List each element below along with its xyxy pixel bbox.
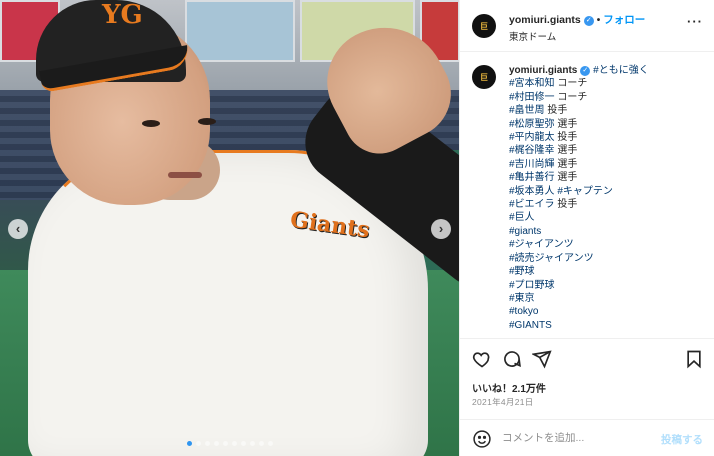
previous-slide-button[interactable]: ‹ [8,219,28,239]
next-slide-button[interactable]: › [431,219,451,239]
share-icon[interactable] [531,349,552,369]
carousel-dot [213,441,219,446]
caption-line: #畠世周 投手 [509,104,709,117]
caption-role-text: コーチ [554,91,588,103]
carousel-dot [258,441,264,446]
caption-line: #宮本和知 コーチ [509,77,709,90]
hashtag-link[interactable]: #亀井善行 [509,172,555,183]
bookmark-icon[interactable] [684,349,704,369]
hashtag-link[interactable]: #野球 [509,266,535,277]
emoji-icon[interactable] [472,429,492,449]
separator-dot: • [596,15,601,26]
post-header: 巨 yomiuri.giants ✓ • フォロー 東京ドーム ··· [460,0,714,52]
caption-line: #平内龍太 投手 [509,131,709,144]
hashtag-link[interactable]: #村田修一 [509,92,555,103]
caption-role-text: 投手 [544,105,568,117]
caption-text: yomiuri.giants ✓ #ともに強く #宮本和知 コーチ #村田修一 コー… [509,64,709,332]
cap-logo: YG [102,0,143,30]
caption-line: #吉川尚輝 選手 [509,158,709,171]
caption-line: #村田修一 コーチ [509,91,709,104]
hashtag-link[interactable]: #巨人 [509,212,535,223]
caption-role-text: #キャプテン [554,185,613,197]
caption-line: #亀井善行 選手 [509,171,709,184]
carousel-dot [222,441,228,446]
caption-line: #巨人 [509,211,709,224]
hashtag-link[interactable]: #東京 [509,293,535,304]
caption-line: #giants [509,225,709,238]
caption-line: #野球 [509,265,709,278]
hashtag-link[interactable]: #giants [509,226,541,237]
heart-icon[interactable] [472,349,492,369]
player-eye [198,118,216,125]
caption-role-text: コーチ [554,78,588,90]
caption-role-text: 投手 [554,199,578,211]
verified-badge-icon: ✓ [583,16,594,26]
carousel-indicator [0,441,459,446]
hashtag-link[interactable]: #宮本和知 [509,78,555,89]
caption-line: #ビエイラ 投手 [509,198,709,211]
comment-icon[interactable] [502,349,522,369]
player-mouth [168,172,202,178]
carousel-dot [204,441,210,446]
post-author: yomiuri.giants ✓ • フォロー [509,12,645,27]
hashtag-link[interactable]: #ジャイアンツ [509,239,574,250]
caption-line: #プロ野球 [509,279,709,292]
hashtag-link[interactable]: #プロ野球 [509,280,555,291]
caption-line: #tokyo [509,305,709,318]
hashtag-link[interactable]: #坂本勇人 [509,186,555,197]
action-bar [460,338,714,378]
hashtag-link[interactable]: #読売ジャイアンツ [509,253,594,264]
caption-role-text: 選手 [554,172,578,184]
post-date[interactable]: 2021年4月21日 [472,396,534,408]
caption-line: #松原聖弥 選手 [509,118,709,131]
player-eye [142,120,160,127]
caption-fade [460,327,714,337]
carousel-dot [267,441,273,446]
hashtag-link[interactable]: #吉川尚輝 [509,159,555,170]
post-side-panel: 巨 yomiuri.giants ✓ • フォロー 東京ドーム ··· 巨 yomiu… [459,0,714,456]
carousel-dot [195,441,201,446]
carousel-dot [186,441,192,446]
ad-banner [185,0,295,62]
location-link[interactable]: 東京ドーム [509,29,556,43]
carousel-dot [231,441,237,446]
caption-role-text: 選手 [554,145,578,157]
avatar[interactable]: 巨 [472,14,496,38]
username-link[interactable]: yomiuri.giants [509,14,581,26]
hashtag-link[interactable]: #松原聖弥 [509,119,555,130]
caption-role-text: 選手 [554,158,578,170]
caption-line: #東京 [509,292,709,305]
caption-line: #ジャイアンツ [509,238,709,251]
hashtag-link[interactable]: #平内龍太 [509,132,555,143]
caption-line: #坂本勇人 #キャプテン [509,185,709,198]
carousel-dot [240,441,246,446]
post-photo[interactable]: Giants YG ‹ › [0,0,459,456]
avatar[interactable]: 巨 [472,65,496,89]
follow-button[interactable]: フォロー [603,14,645,26]
likes-count[interactable]: いいね！2.1万件 [472,380,546,395]
caption-area: 巨 yomiuri.giants ✓ #ともに強く #宮本和知 コーチ #村田修一 … [460,52,714,337]
carousel-dot [249,441,255,446]
caption-first-line: yomiuri.giants ✓ #ともに強く [509,64,709,77]
caption-username[interactable]: yomiuri.giants [509,65,577,76]
hashtag-link[interactable]: #ともに強く [593,65,649,76]
caption-role-text: 投手 [554,132,578,144]
comment-bar: 投稿する [460,419,714,456]
caption-role-text: 選手 [554,118,578,130]
hashtag-link[interactable]: #梶谷隆幸 [509,145,555,156]
comment-input[interactable] [502,428,652,448]
caption-line: #梶谷隆幸 選手 [509,144,709,157]
hashtag-link[interactable]: #tokyo [509,306,538,317]
more-options-icon[interactable]: ··· [687,14,703,29]
post-comment-button[interactable]: 投稿する [661,432,703,447]
verified-badge-icon: ✓ [580,66,591,76]
hashtag-link[interactable]: #畠世周 [509,105,545,116]
caption-line: #読売ジャイアンツ [509,252,709,265]
hashtag-link[interactable]: #ビエイラ [509,199,555,210]
